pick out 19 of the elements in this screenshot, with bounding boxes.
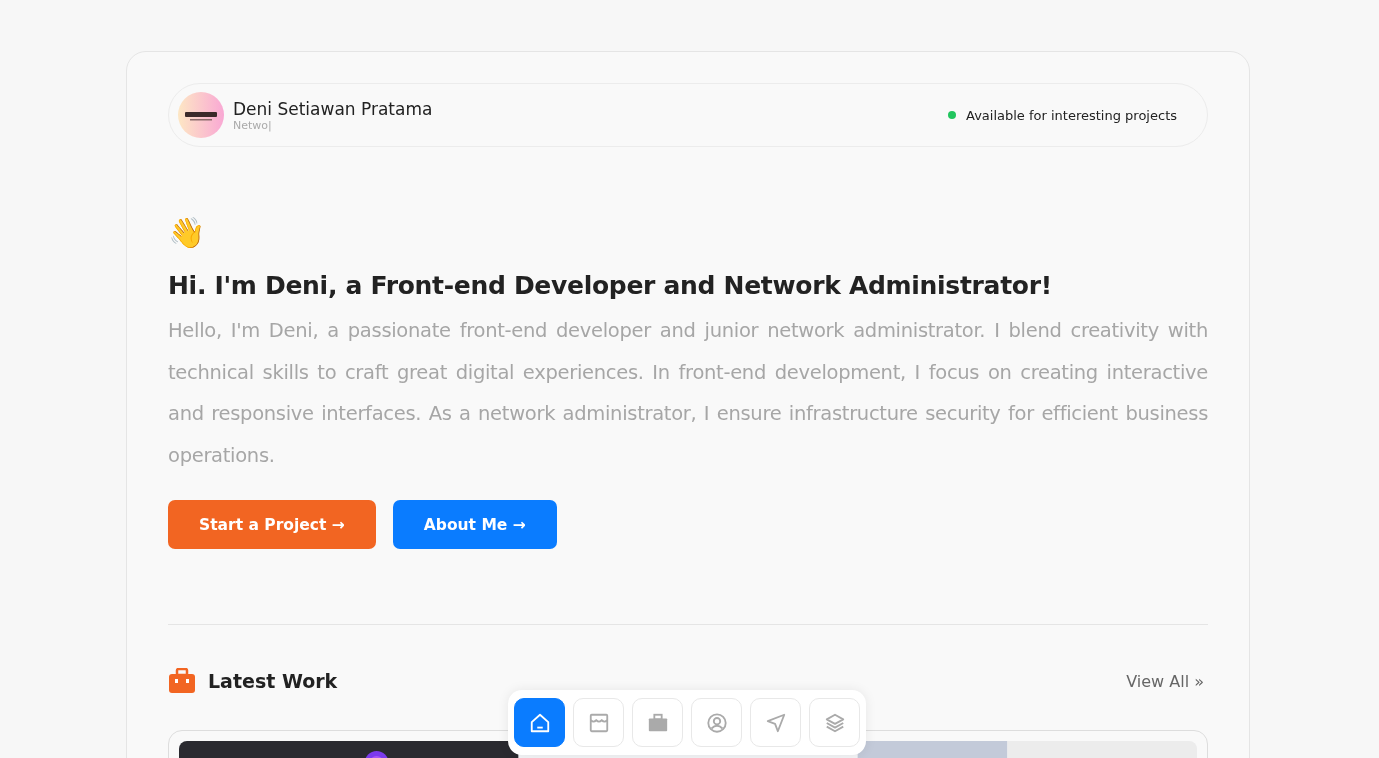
intro-paragraph: Hello, I'm Deni, a passionate front-end developer and junior network administrator. I blend creativity with technical skills to craft great digital experiences. In front-end development, I focus on creating interactive and responsive interfaces. As a network administrator, I ensure infrastructure security for efficient business operations. [168,318,1208,469]
start-project-button[interactable]: Start a Project → [168,500,376,549]
briefcase-icon [646,711,669,734]
store-icon [587,711,610,734]
hero-heading: Hi. I'm Deni, a Front-end Developer and Network Administrator! [168,271,1053,300]
briefcase-icon [168,668,196,694]
user-icon [705,711,728,734]
send-icon [764,711,787,734]
home-icon [528,711,551,734]
availability-status: Available for interesting projects [966,107,1177,123]
profile-name: Deni Setiawan Pratama [233,98,433,119]
status-dot [948,111,956,119]
dock-button[interactable] [514,698,565,747]
section-title: Latest Work [208,670,338,692]
about-me-button[interactable]: About Me → [392,500,557,549]
profile-subtitle: Netwo| [233,118,273,132]
waving-hand-emoji: 👋 [168,214,205,252]
view-all-link[interactable]: View All » [1126,671,1204,691]
layers-icon [823,711,846,734]
